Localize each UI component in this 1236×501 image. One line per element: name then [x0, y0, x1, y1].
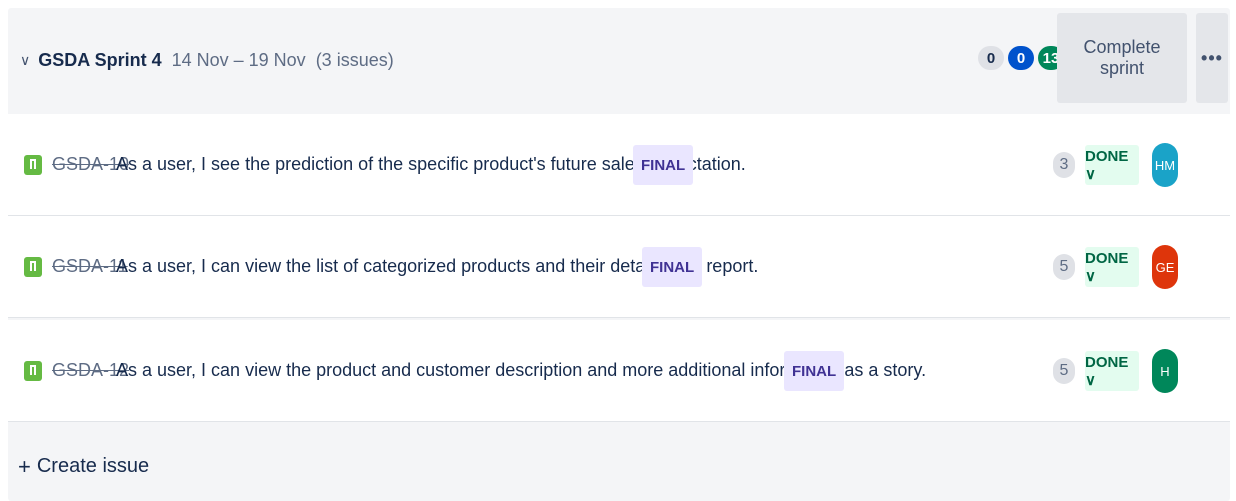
- sprint-dates: 14 Nov – 19 Nov: [171, 49, 306, 70]
- sprint-title-group[interactable]: ∨ GSDA Sprint 4 14 Nov – 19 Nov (3 issue…: [20, 44, 394, 76]
- more-options-button[interactable]: •••: [1196, 13, 1228, 103]
- create-issue-button[interactable]: + Create issue: [8, 432, 1230, 501]
- todo-count-badge: 0: [978, 46, 1004, 70]
- status-counts: 0 0 13: [978, 46, 1064, 70]
- assignee-avatar[interactable]: H: [1152, 349, 1178, 393]
- story-points-badge: 5: [1053, 254, 1075, 280]
- sprint-issue-count: (3 issues): [315, 49, 394, 70]
- story-points-badge: 5: [1053, 358, 1075, 384]
- story-icon: [24, 361, 42, 381]
- epic-label[interactable]: FINAL: [642, 247, 703, 287]
- sprint-header: ∨ GSDA Sprint 4 14 Nov – 19 Nov (3 issue…: [8, 8, 1230, 112]
- sprint-name: GSDA Sprint 4: [38, 49, 162, 70]
- chevron-down-icon[interactable]: ∨: [20, 52, 30, 69]
- assignee-avatar[interactable]: HM: [1152, 143, 1178, 187]
- epic-label[interactable]: FINAL: [784, 351, 845, 391]
- issue-row[interactable]: GSDA-10 As a user, I see the prediction …: [8, 114, 1230, 216]
- story-icon: [24, 155, 42, 175]
- sprint-container: ∨ GSDA Sprint 4 14 Nov – 19 Nov (3 issue…: [8, 8, 1230, 501]
- assignee-avatar[interactable]: GE: [1152, 245, 1178, 289]
- issue-row[interactable]: GSDA-12 As a user, I can view the produc…: [8, 320, 1230, 422]
- more-dots-icon: •••: [1201, 47, 1223, 68]
- story-points-badge: 3: [1053, 152, 1075, 178]
- in-progress-count-badge: 0: [1008, 46, 1034, 70]
- create-issue-label: Create issue: [36, 455, 150, 477]
- epic-label[interactable]: FINAL: [633, 145, 694, 185]
- status-dropdown[interactable]: DONE ∨: [1085, 247, 1139, 287]
- plus-icon: +: [18, 453, 31, 479]
- story-icon: [24, 257, 42, 277]
- complete-sprint-button[interactable]: Complete sprint: [1057, 13, 1187, 103]
- issue-row[interactable]: GSDA-11 As a user, I can view the list o…: [8, 216, 1230, 318]
- status-dropdown[interactable]: DONE ∨: [1085, 145, 1139, 185]
- status-dropdown[interactable]: DONE ∨: [1085, 351, 1139, 391]
